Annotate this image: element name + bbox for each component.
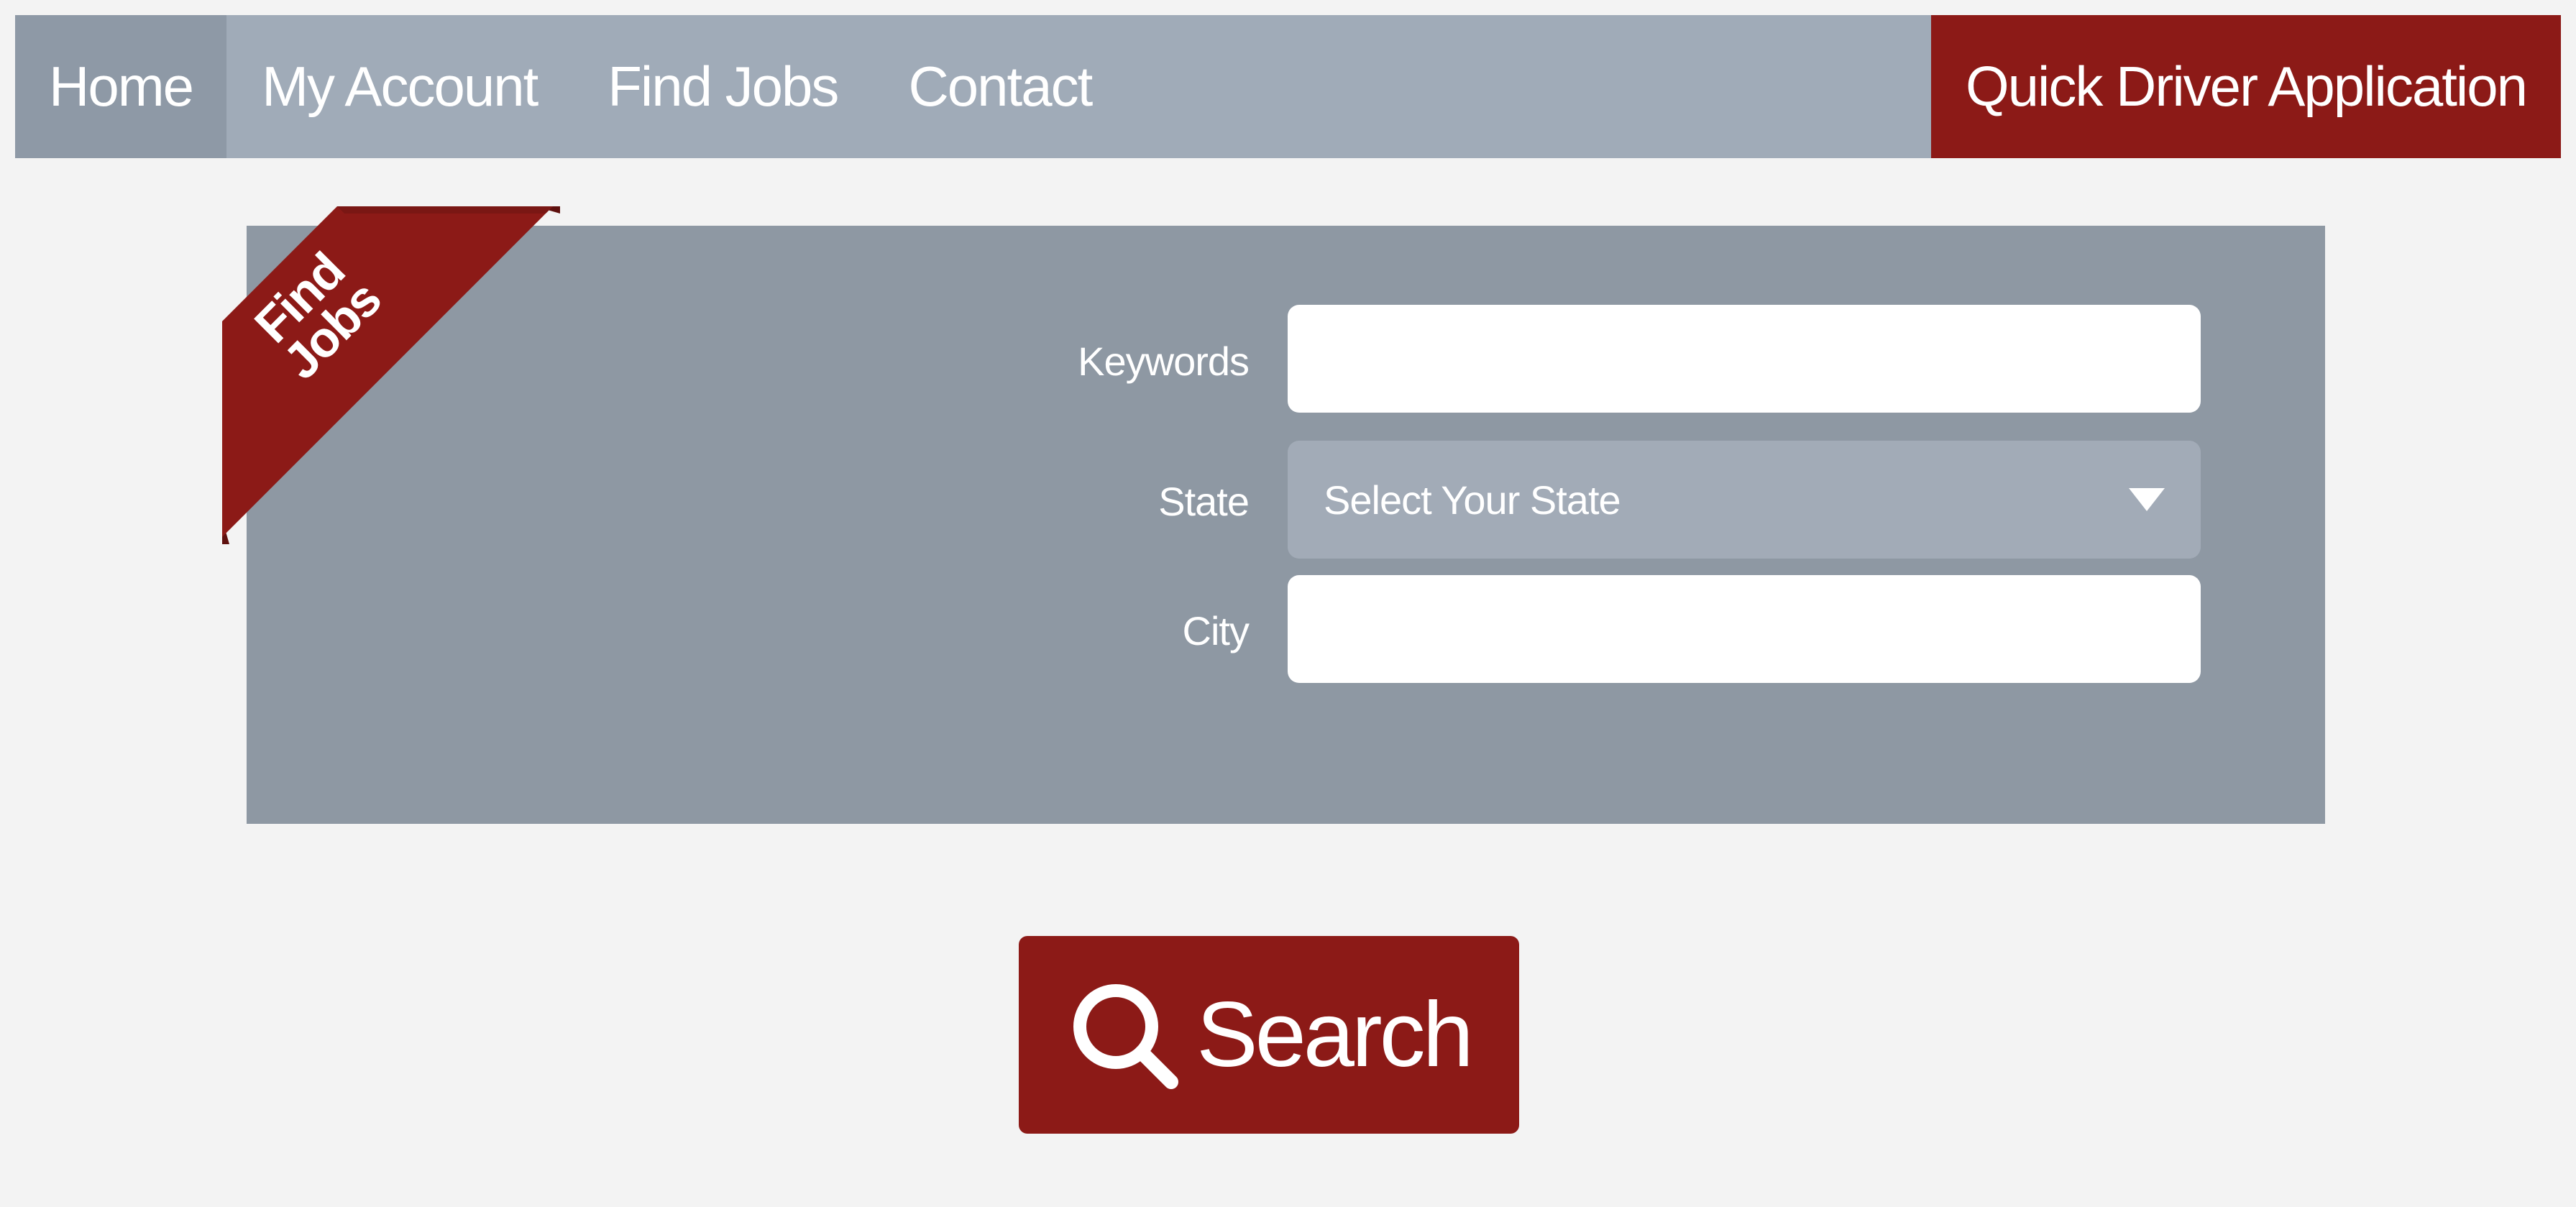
nav-item-find-jobs[interactable]: Find Jobs [572, 15, 873, 158]
search-icon [1067, 978, 1182, 1093]
keywords-input[interactable] [1288, 305, 2201, 413]
keywords-label: Keywords [1078, 339, 1250, 384]
caret-down-icon [2129, 488, 2165, 511]
state-select[interactable]: Select Your State [1288, 441, 2201, 559]
search-button[interactable]: Search [1019, 936, 1519, 1134]
state-label: State [1158, 479, 1250, 524]
nav-item-contact[interactable]: Contact [873, 15, 1127, 158]
search-button-label: Search [1196, 983, 1474, 1086]
city-input[interactable] [1288, 575, 2201, 683]
nav-item-home[interactable]: Home [15, 15, 227, 158]
top-nav: Home My Account Find Jobs Contact Quick … [15, 15, 2561, 158]
state-select-value: Select Your State [1324, 477, 1621, 523]
nav-item-my-account[interactable]: My Account [226, 15, 572, 158]
quick-driver-application-button[interactable]: Quick Driver Application [1931, 15, 2561, 158]
city-label: City [1182, 608, 1250, 653]
